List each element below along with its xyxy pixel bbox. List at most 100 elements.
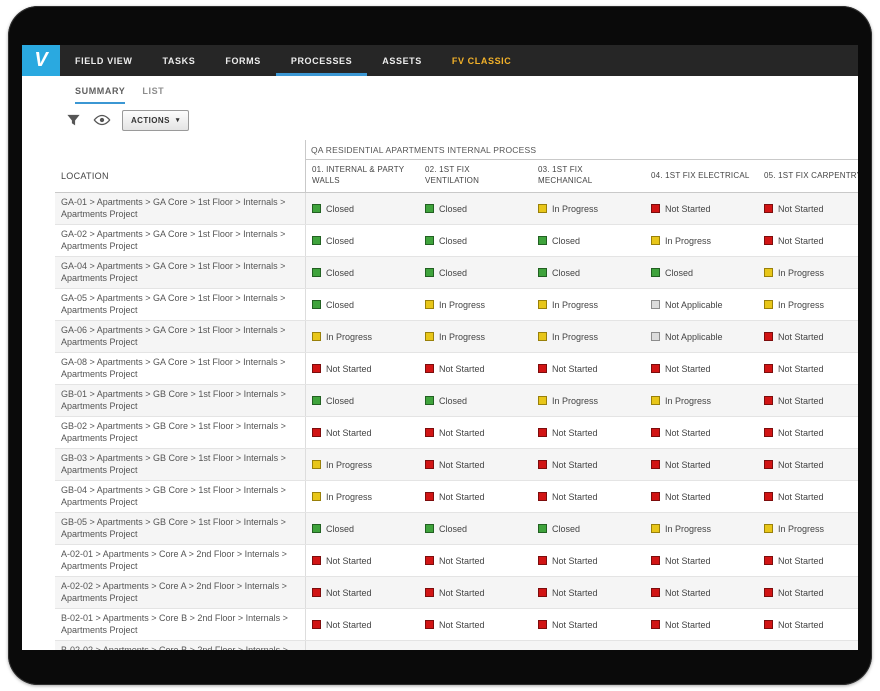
status-cell[interactable]: Not Started <box>758 225 858 256</box>
table-row[interactable]: GA-01 > Apartments > GA Core > 1st Floor… <box>55 193 858 225</box>
status-cell[interactable]: Not Applicable <box>645 321 758 352</box>
nav-item-fv-classic[interactable]: FV CLASSIC <box>437 45 527 76</box>
status-cell[interactable]: Closed <box>645 257 758 288</box>
actions-button[interactable]: ACTIONS ▾ <box>122 110 189 131</box>
status-cell[interactable]: Not Started <box>758 577 858 608</box>
status-cell[interactable]: Closed <box>532 225 645 256</box>
column-header[interactable]: 05. 1ST FIX CARPENTRY <box>758 160 858 192</box>
status-cell[interactable]: Closed <box>306 513 419 544</box>
status-cell[interactable]: Closed <box>532 513 645 544</box>
status-cell[interactable]: Not Started <box>758 321 858 352</box>
column-header[interactable]: 04. 1ST FIX ELECTRICAL <box>645 160 758 192</box>
status-cell[interactable]: Not Started <box>758 193 858 224</box>
status-cell[interactable]: In Progress <box>419 289 532 320</box>
status-cell[interactable]: Closed <box>306 385 419 416</box>
status-cell[interactable]: Not Started <box>758 609 858 640</box>
status-cell[interactable]: Not Started <box>758 481 858 512</box>
column-header[interactable]: 01. INTERNAL & PARTY WALLS <box>306 160 419 192</box>
status-cell[interactable]: In Progress <box>419 321 532 352</box>
status-cell[interactable]: Not Started <box>419 417 532 448</box>
status-cell[interactable]: Not Started <box>758 353 858 384</box>
table-row[interactable]: A-02-01 > Apartments > Core A > 2nd Floo… <box>55 545 858 577</box>
status-cell[interactable]: In Progress <box>758 289 858 320</box>
status-cell[interactable]: Not Started <box>419 449 532 480</box>
table-row[interactable]: B-02-02 > Apartments > Core B > 2nd Floo… <box>55 641 858 650</box>
status-cell[interactable]: Not Started <box>645 353 758 384</box>
nav-item-assets[interactable]: ASSETS <box>367 45 437 76</box>
nav-item-forms[interactable]: FORMS <box>210 45 276 76</box>
status-cell[interactable]: Not Started <box>306 609 419 640</box>
status-cell[interactable]: Not Started <box>532 481 645 512</box>
status-cell[interactable]: In Progress <box>532 193 645 224</box>
status-cell[interactable]: In Progress <box>758 513 858 544</box>
table-row[interactable]: GB-01 > Apartments > GB Core > 1st Floor… <box>55 385 858 417</box>
status-cell[interactable]: Closed <box>419 225 532 256</box>
app-logo[interactable]: V <box>22 45 60 76</box>
status-cell[interactable]: Not Started <box>758 417 858 448</box>
status-cell[interactable]: Closed <box>306 225 419 256</box>
status-cell[interactable]: Not Started <box>306 577 419 608</box>
column-header[interactable]: 02. 1ST FIX VENTILATION <box>419 160 532 192</box>
table-row[interactable]: GA-02 > Apartments > GA Core > 1st Floor… <box>55 225 858 257</box>
table-row[interactable]: GA-08 > Apartments > GA Core > 1st Floor… <box>55 353 858 385</box>
status-cell[interactable]: Not Started <box>419 609 532 640</box>
status-cell[interactable]: Closed <box>419 257 532 288</box>
status-cell[interactable]: In Progress <box>645 513 758 544</box>
status-cell[interactable]: Not Started <box>645 577 758 608</box>
table-row[interactable]: GB-03 > Apartments > GB Core > 1st Floor… <box>55 449 858 481</box>
table-row[interactable]: GA-04 > Apartments > GA Core > 1st Floor… <box>55 257 858 289</box>
status-cell[interactable]: Closed <box>306 289 419 320</box>
table-row[interactable]: GB-02 > Apartments > GB Core > 1st Floor… <box>55 417 858 449</box>
status-cell[interactable]: In Progress <box>532 289 645 320</box>
tab-summary[interactable]: SUMMARY <box>75 86 125 104</box>
status-cell[interactable]: Not Started <box>532 609 645 640</box>
status-cell[interactable]: Not Started <box>532 353 645 384</box>
status-cell[interactable]: Closed <box>306 193 419 224</box>
status-cell[interactable]: Not Started <box>532 449 645 480</box>
filter-icon[interactable] <box>64 112 82 128</box>
status-cell[interactable]: Not Started <box>645 417 758 448</box>
status-cell[interactable]: Not Started <box>419 481 532 512</box>
status-cell[interactable]: Not Started <box>758 545 858 576</box>
table-row[interactable]: B-02-01 > Apartments > Core B > 2nd Floo… <box>55 609 858 641</box>
status-cell[interactable]: Not Started <box>419 577 532 608</box>
status-cell[interactable]: In Progress <box>306 449 419 480</box>
status-cell[interactable]: Not Started <box>419 545 532 576</box>
status-cell[interactable]: In Progress <box>306 321 419 352</box>
status-cell[interactable]: In Progress <box>645 225 758 256</box>
table-row[interactable]: GB-05 > Apartments > GB Core > 1st Floor… <box>55 513 858 545</box>
status-cell[interactable]: Not Started <box>758 449 858 480</box>
nav-item-processes[interactable]: PROCESSES <box>276 45 367 76</box>
status-cell[interactable]: Not Started <box>758 385 858 416</box>
status-cell[interactable]: Not Started <box>645 193 758 224</box>
status-cell[interactable]: Closed <box>419 385 532 416</box>
status-cell[interactable]: Not Started <box>419 353 532 384</box>
status-cell[interactable]: Closed <box>419 193 532 224</box>
status-cell[interactable]: In Progress <box>306 481 419 512</box>
column-header[interactable]: 03. 1ST FIX MECHANICAL <box>532 160 645 192</box>
tab-list[interactable]: LIST <box>142 86 164 104</box>
nav-item-tasks[interactable]: TASKS <box>148 45 211 76</box>
table-row[interactable]: GA-06 > Apartments > GA Core > 1st Floor… <box>55 321 858 353</box>
status-cell[interactable]: In Progress <box>532 385 645 416</box>
table-row[interactable]: GA-05 > Apartments > GA Core > 1st Floor… <box>55 289 858 321</box>
status-cell[interactable]: In Progress <box>758 257 858 288</box>
table-row[interactable]: A-02-02 > Apartments > Core A > 2nd Floo… <box>55 577 858 609</box>
nav-item-field-view[interactable]: FIELD VIEW <box>60 45 148 76</box>
status-cell[interactable]: Not Started <box>532 577 645 608</box>
status-cell[interactable]: Not Started <box>645 545 758 576</box>
status-cell[interactable]: Not Started <box>532 545 645 576</box>
status-cell[interactable]: Not Started <box>306 353 419 384</box>
location-column-header[interactable]: LOCATION <box>55 160 305 192</box>
status-cell[interactable]: Not Started <box>645 609 758 640</box>
status-cell[interactable]: In Progress <box>645 385 758 416</box>
status-cell[interactable]: Not Started <box>532 417 645 448</box>
status-cell[interactable]: Closed <box>419 513 532 544</box>
status-cell[interactable]: In Progress <box>532 321 645 352</box>
status-cell[interactable]: Not Applicable <box>645 289 758 320</box>
status-cell[interactable]: Closed <box>532 257 645 288</box>
status-cell[interactable]: Not Started <box>645 481 758 512</box>
status-cell[interactable]: Not Started <box>306 417 419 448</box>
status-cell[interactable]: Closed <box>306 257 419 288</box>
status-cell[interactable]: Not Started <box>306 545 419 576</box>
